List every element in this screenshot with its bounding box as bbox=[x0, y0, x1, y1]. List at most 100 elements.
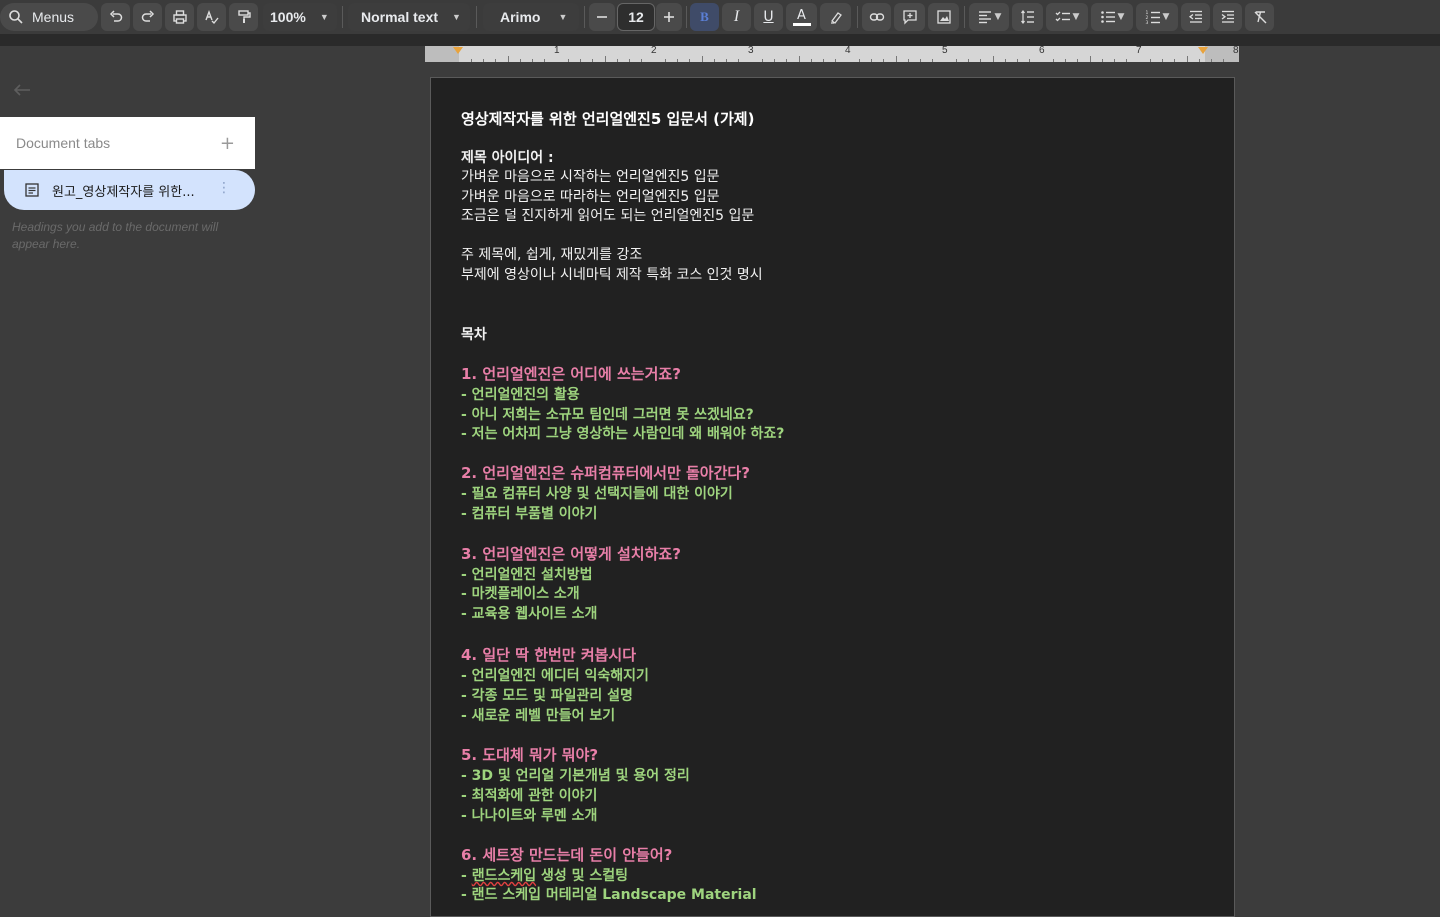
numbered-list-icon: 123 bbox=[1145, 10, 1160, 25]
increase-indent-button[interactable] bbox=[1213, 3, 1242, 31]
ruler-tick bbox=[531, 59, 533, 62]
misspelled-word[interactable]: 랜드스케입 bbox=[472, 868, 536, 884]
highlight-color-button[interactable] bbox=[820, 3, 851, 31]
numbered-list-dropdown[interactable]: 123 ▼ bbox=[1136, 3, 1178, 31]
ruler-tick bbox=[725, 59, 727, 62]
redo-icon bbox=[141, 10, 154, 22]
ruler-tick bbox=[616, 59, 618, 62]
ruler-number: 8 bbox=[1233, 45, 1239, 56]
toc-section-title: 2. 언리얼엔진은 슈퍼컴퓨터에서만 돌아간다? bbox=[461, 464, 750, 482]
divider bbox=[857, 6, 858, 28]
document-title: 영상제작자를 위한 언리얼엔진5 입문서 (가제) bbox=[461, 110, 755, 128]
ruler-tick bbox=[471, 59, 473, 62]
underline-button[interactable]: U bbox=[754, 3, 783, 31]
right-indent-marker[interactable] bbox=[1198, 47, 1208, 54]
ruler-tick bbox=[895, 56, 897, 62]
checklist-icon bbox=[1055, 11, 1070, 22]
ruler-tick bbox=[907, 59, 909, 62]
print-icon bbox=[172, 10, 187, 24]
ruler-tick bbox=[665, 59, 667, 62]
line-spacing-button[interactable] bbox=[1012, 3, 1043, 31]
caret-down-icon: ▼ bbox=[319, 12, 329, 22]
align-left-icon bbox=[978, 11, 991, 24]
ruler-tick bbox=[1065, 59, 1067, 62]
add-tab-button[interactable]: + bbox=[220, 133, 235, 154]
undo-button[interactable] bbox=[101, 3, 130, 31]
print-button[interactable] bbox=[165, 3, 194, 31]
toc-section-item: - 언리얼엔진 에디터 익숙해지기 bbox=[461, 668, 649, 684]
add-comment-icon bbox=[902, 10, 917, 25]
ruler-tick bbox=[689, 59, 691, 62]
bold-button[interactable]: B bbox=[690, 3, 719, 31]
document-page[interactable]: 영상제작자를 위한 언리얼엔진5 입문서 (가제) 제목 아이디어 : 가벼운 … bbox=[430, 77, 1235, 917]
ruler-tick bbox=[774, 59, 776, 62]
menus-button[interactable]: Menus bbox=[0, 3, 98, 31]
caret-down-icon: ▼ bbox=[452, 12, 461, 22]
divider bbox=[476, 6, 477, 28]
toc-section-item: - 언리얼엔진의 활용 bbox=[461, 387, 580, 403]
outline-hint-text: Headings you add to the document will ap… bbox=[12, 220, 219, 251]
bulleted-list-icon bbox=[1100, 11, 1115, 23]
ruler-tick bbox=[713, 59, 715, 62]
search-icon bbox=[9, 10, 23, 24]
bulleted-list-dropdown[interactable]: ▼ bbox=[1091, 3, 1133, 31]
font-size-input[interactable]: 12 bbox=[617, 3, 655, 31]
paint-format-button[interactable] bbox=[229, 3, 258, 31]
title-idea: 가벼운 마음으로 따라하는 언리얼엔진5 입문 bbox=[461, 189, 720, 205]
caret-down-icon: ▼ bbox=[1162, 12, 1170, 22]
link-icon bbox=[869, 13, 884, 21]
ruler-tick bbox=[737, 59, 739, 62]
ruler-tick bbox=[1150, 59, 1152, 62]
zoom-dropdown[interactable]: 100% ▼ bbox=[263, 3, 337, 31]
toc-section-item: - 언리얼엔진 설치방법 bbox=[461, 567, 593, 583]
increase-font-size-button[interactable] bbox=[656, 3, 682, 31]
toc-section-item: - 필요 컴퓨터 사양 및 선택지들에 대한 이야기 bbox=[461, 486, 733, 502]
toc-section-item: - 랜드 스케입 머테리얼 Landscape Material bbox=[461, 887, 757, 903]
horizontal-ruler[interactable]: 1 2 3 4 5 6 7 8 bbox=[425, 45, 1239, 62]
insert-link-button[interactable] bbox=[862, 3, 891, 31]
paragraph-style-dropdown[interactable]: Normal text ▼ bbox=[348, 3, 470, 31]
ruler-tick bbox=[1016, 59, 1018, 62]
ruler-tick bbox=[592, 59, 594, 62]
decrease-font-size-button[interactable] bbox=[589, 3, 615, 31]
back-arrow-icon[interactable] bbox=[12, 82, 32, 103]
align-dropdown[interactable]: ▼ bbox=[969, 3, 1009, 31]
tab-options-icon[interactable]: ⋮ bbox=[217, 180, 231, 196]
ruler-tick bbox=[1222, 59, 1224, 62]
ruler-tick bbox=[1004, 59, 1006, 62]
ruler-tick bbox=[1186, 56, 1188, 62]
font-dropdown[interactable]: Arimo ▼ bbox=[483, 3, 579, 31]
divider bbox=[686, 6, 687, 28]
bold-label: B bbox=[700, 9, 709, 24]
color-swatch bbox=[792, 22, 811, 26]
redo-button[interactable] bbox=[133, 3, 162, 31]
ruler-tick bbox=[483, 59, 485, 62]
insert-image-button[interactable] bbox=[928, 3, 959, 31]
ruler-tick bbox=[931, 59, 933, 62]
document-tab-item[interactable]: 원고_영상제작자를 위한... ⋮ bbox=[4, 170, 255, 210]
ruler-tick bbox=[519, 59, 521, 62]
ruler-tick bbox=[507, 56, 509, 62]
insert-comment-button[interactable] bbox=[894, 3, 925, 31]
ruler-tick bbox=[580, 59, 582, 62]
decrease-indent-button[interactable] bbox=[1181, 3, 1210, 31]
italic-button[interactable]: I bbox=[722, 3, 751, 31]
ruler-tick bbox=[919, 59, 921, 62]
document-icon bbox=[25, 183, 39, 197]
checklist-dropdown[interactable]: ▼ bbox=[1046, 3, 1088, 31]
toc-section-item: - 아니 저희는 소규모 팀인데 그러면 못 쓰겠네요? bbox=[461, 407, 754, 423]
left-indent-marker[interactable] bbox=[453, 47, 463, 54]
ruler-tick bbox=[871, 59, 873, 62]
clear-formatting-button[interactable] bbox=[1245, 3, 1274, 31]
ruler-tick bbox=[834, 59, 836, 62]
ruler-tick bbox=[1101, 59, 1103, 62]
ruler-tick bbox=[992, 56, 994, 62]
toc-section-item: - 랜드스케입 생성 및 스컬팅 bbox=[461, 867, 628, 885]
spellcheck-button[interactable] bbox=[197, 3, 226, 31]
ruler-number: 5 bbox=[942, 45, 948, 56]
note-line: 부제에 영상이나 시네마틱 제작 특화 코스 인것 명시 bbox=[461, 267, 763, 283]
text-color-button[interactable]: A bbox=[786, 3, 817, 31]
font-value: Arimo bbox=[500, 9, 541, 25]
ruler-tick bbox=[1198, 59, 1200, 62]
ruler-tick bbox=[604, 56, 606, 62]
